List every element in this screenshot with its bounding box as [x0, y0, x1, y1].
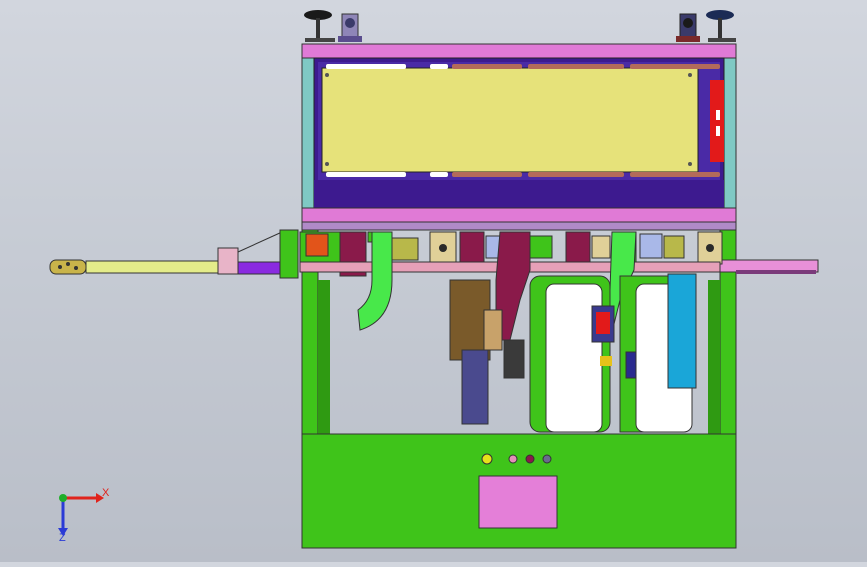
orange-motor [305, 233, 329, 257]
top-right-leveler-icon [706, 10, 736, 42]
cad-viewport[interactable]: X Z [0, 0, 867, 562]
left-arm-rail [85, 260, 223, 274]
top-right-caster-icon [676, 13, 700, 42]
x-axis-label: X [102, 487, 110, 499]
red-side-plate [710, 80, 724, 162]
frame-right-post [723, 57, 737, 229]
vertical-cylinder [461, 349, 489, 425]
mid-pink-rail [301, 207, 737, 223]
top-pink-rail [301, 43, 737, 59]
top-left-leveler-icon [304, 10, 335, 42]
top-left-caster-icon [338, 13, 362, 42]
frame-left-post [301, 57, 315, 229]
left-arm-purple [237, 261, 283, 275]
indicator-light-icon [481, 453, 493, 465]
cyan-panel [667, 273, 697, 389]
z-axis-label: Z [59, 532, 66, 544]
control-button-icon [525, 454, 535, 464]
yellow-display-panel [321, 67, 699, 173]
lower-dark-strip [314, 180, 724, 208]
hmi-screen [478, 475, 558, 529]
control-button-icon [508, 454, 518, 464]
coordinate-triad-icon: X Z [36, 480, 126, 550]
control-button-icon [542, 454, 552, 464]
machine-assembly-drawing [49, 10, 819, 549]
